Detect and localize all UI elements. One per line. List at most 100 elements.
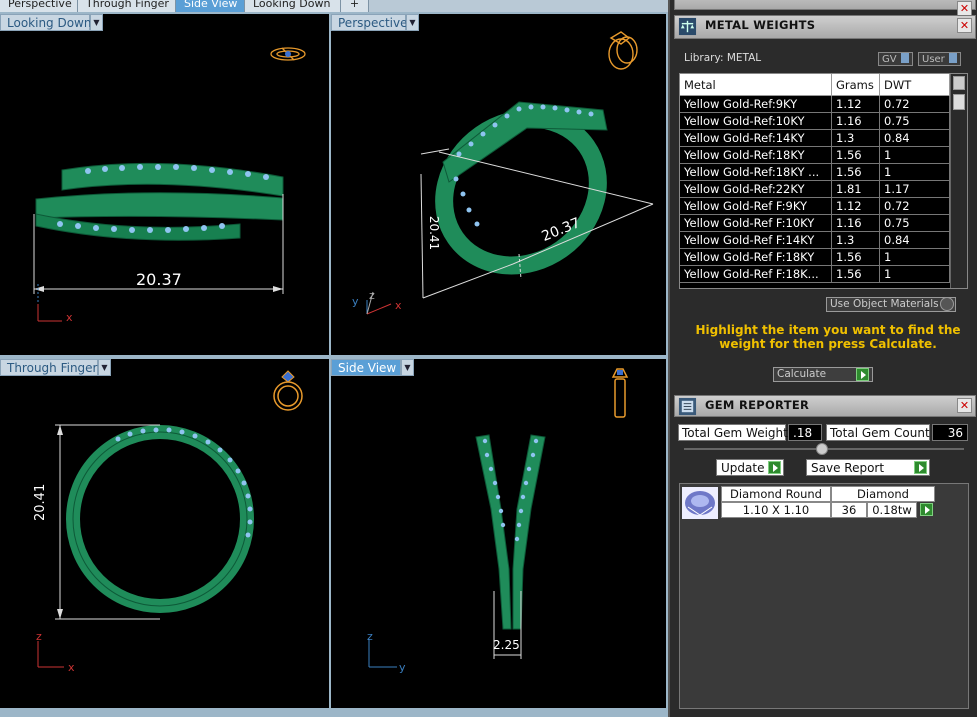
calculate-label: Calculate xyxy=(777,368,827,380)
tab-looking-down[interactable]: Looking Down xyxy=(245,0,341,12)
dimension-label: 20.37 xyxy=(136,270,182,289)
gem-reporter-title: GEM REPORTER xyxy=(705,398,810,412)
metal-table[interactable]: Metal Grams DWT Yellow Gold-Ref:9KY 1.12 0… xyxy=(679,73,968,289)
cell-grams: 1.56 xyxy=(832,249,880,266)
axis-label-y: y xyxy=(399,661,406,674)
render-panel-header: ✕ xyxy=(674,0,976,16)
play-arrow-icon[interactable] xyxy=(768,461,781,474)
view-tabbar: Perspective Through Finger Side View Loo… xyxy=(0,0,668,12)
use-object-materials-label: Use Object Materials xyxy=(830,298,939,310)
axis-label-z: z xyxy=(369,289,375,302)
cell-dwt: 0.84 xyxy=(880,232,950,249)
save-report-label: Save Report xyxy=(811,461,885,475)
column-header-metal[interactable]: Metal xyxy=(680,74,832,96)
viewport-perspective[interactable]: Perspective ▼ 20.37 20.41 y z x xyxy=(331,14,666,355)
cell-dwt: 0.84 xyxy=(880,130,950,147)
cell-dwt: 0.75 xyxy=(880,215,950,232)
table-row[interactable]: Yellow Gold-Ref F:9KY 1.12 0.72 xyxy=(680,198,950,215)
calculate-hint: Highlight the item you want to find the … xyxy=(695,323,961,351)
cell-grams: 1.16 xyxy=(832,215,880,232)
gv-label: GV xyxy=(882,54,897,65)
total-gem-weight-label: Total Gem Weight xyxy=(678,424,788,441)
viewport-label-perspective[interactable]: Perspective xyxy=(331,14,408,31)
play-arrow-icon[interactable] xyxy=(920,503,933,516)
table-row[interactable]: Yellow Gold-Ref:14KY 1.3 0.84 xyxy=(680,130,950,147)
scale-icon xyxy=(678,17,697,36)
cell-dwt: 0.72 xyxy=(880,198,950,215)
cell-metal: Yellow Gold-Ref:22KY xyxy=(680,181,832,198)
gem-count: 36 xyxy=(831,502,867,518)
axis-label-z: z xyxy=(367,630,373,643)
scroll-up-arrow-icon[interactable] xyxy=(953,76,965,90)
side-view-drawing xyxy=(368,368,629,668)
tab-side-view[interactable]: Side View xyxy=(176,0,245,12)
viewport-side-view[interactable]: Side View ▼ 2.25 z y xyxy=(331,359,666,708)
gv-toggle[interactable]: GV xyxy=(878,52,913,66)
viewport-area: Perspective Through Finger Side View Loo… xyxy=(0,0,668,717)
chevron-down-icon[interactable]: ▼ xyxy=(406,14,419,31)
chevron-down-icon[interactable]: ▼ xyxy=(90,14,103,31)
dimension-label: 20.41 xyxy=(33,483,48,521)
viewport-label-looking-down[interactable]: Looking Down xyxy=(0,14,91,31)
table-row[interactable]: Yellow Gold-Ref:22KY 1.81 1.17 xyxy=(680,181,950,198)
viewport-looking-down[interactable]: Looking Down ▼ 20.37 x xyxy=(0,14,329,355)
gem-size: 1.10 X 1.10 xyxy=(721,502,831,518)
table-row[interactable]: Yellow Gold-Ref F:18K... 1.56 1 xyxy=(680,266,950,283)
user-toggle[interactable]: User xyxy=(918,52,961,66)
column-header-dwt[interactable]: DWT xyxy=(880,74,950,96)
cell-grams: 1.16 xyxy=(832,113,880,130)
cell-metal: Yellow Gold-Ref F:18KY xyxy=(680,249,832,266)
table-row[interactable]: Yellow Gold-Ref:18KY ... 1.56 1 xyxy=(680,164,950,181)
table-row[interactable]: Yellow Gold-Ref:9KY 1.12 0.72 xyxy=(680,96,950,113)
metal-table-scrollbar[interactable] xyxy=(950,74,967,288)
use-object-materials-radio[interactable] xyxy=(940,297,954,311)
cell-dwt: 0.72 xyxy=(880,96,950,113)
tab-through-finger[interactable]: Through Finger xyxy=(78,0,176,12)
scroll-thumb[interactable] xyxy=(953,94,965,110)
through-finger-drawing xyxy=(37,370,303,668)
table-row[interactable]: Yellow Gold-Ref:18KY 1.56 1 xyxy=(680,147,950,164)
total-gem-count-label: Total Gem Count xyxy=(826,424,930,441)
axis-label-z: z xyxy=(36,630,42,643)
use-object-materials-button[interactable]: Use Object Materials xyxy=(826,297,956,312)
viewport-label-side-view[interactable]: Side View xyxy=(331,359,401,376)
table-row[interactable]: Yellow Gold-Ref F:18KY 1.56 1 xyxy=(680,249,950,266)
axis-label-y: y xyxy=(352,295,359,308)
close-icon[interactable]: ✕ xyxy=(957,398,972,413)
cell-grams: 1.56 xyxy=(832,147,880,164)
column-header-grams[interactable]: Grams xyxy=(832,74,880,96)
table-row[interactable]: Yellow Gold-Ref F:10KY 1.16 0.75 xyxy=(680,215,950,232)
table-row[interactable]: Yellow Gold-Ref F:14KY 1.3 0.84 xyxy=(680,232,950,249)
close-icon[interactable]: ✕ xyxy=(957,18,972,33)
splitter-handle[interactable] xyxy=(816,443,828,455)
user-label: User xyxy=(922,54,945,65)
cell-metal: Yellow Gold-Ref F:9KY xyxy=(680,198,832,215)
tab-add-button[interactable]: + xyxy=(341,0,369,12)
cell-metal: Yellow Gold-Ref F:14KY xyxy=(680,232,832,249)
cell-metal: Yellow Gold-Ref:9KY xyxy=(680,96,832,113)
cell-grams: 1.56 xyxy=(832,266,880,283)
cell-metal: Yellow Gold-Ref F:10KY xyxy=(680,215,832,232)
dimension-label-b: 20.41 xyxy=(427,215,442,251)
viewport-through-finger[interactable]: Through Finger ▼ 20.41 z x xyxy=(0,359,329,708)
cell-metal: Yellow Gold-Ref:18KY ... xyxy=(680,164,832,181)
table-row[interactable]: Yellow Gold-Ref:10KY 1.16 0.75 xyxy=(680,113,950,130)
axis-label-x: x xyxy=(395,299,402,312)
gem-list: Diamond Round Diamond 1.10 X 1.10 36 0.1… xyxy=(679,483,969,709)
cell-metal: Yellow Gold-Ref:18KY xyxy=(680,147,832,164)
tab-perspective[interactable]: Perspective xyxy=(0,0,78,12)
viewport-label-through-finger[interactable]: Through Finger xyxy=(0,359,98,376)
play-arrow-icon[interactable] xyxy=(914,461,927,474)
perspective-drawing xyxy=(366,31,654,315)
play-arrow-icon[interactable] xyxy=(856,368,869,381)
chevron-down-icon[interactable]: ▼ xyxy=(401,359,414,376)
cell-metal: Yellow Gold-Ref F:18K... xyxy=(680,266,832,283)
chevron-down-icon[interactable]: ▼ xyxy=(98,359,111,376)
close-icon[interactable]: ✕ xyxy=(957,1,972,16)
total-gem-weight-value: .18 xyxy=(788,424,822,441)
cell-metal: Yellow Gold-Ref:10KY xyxy=(680,113,832,130)
save-report-button[interactable]: Save Report xyxy=(806,459,930,476)
total-gem-count-value: 36 xyxy=(932,424,968,441)
cell-dwt: 1.17 xyxy=(880,181,950,198)
cell-grams: 1.12 xyxy=(832,198,880,215)
